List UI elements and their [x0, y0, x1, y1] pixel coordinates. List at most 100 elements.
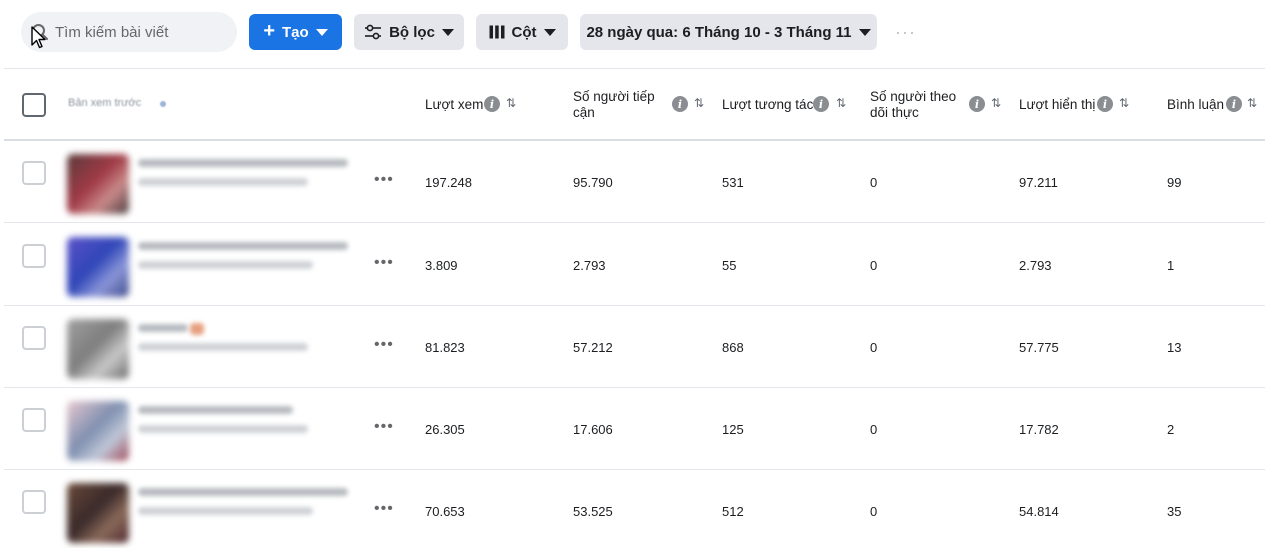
reach-cell: 2.793 [573, 257, 606, 273]
row-checkbox[interactable] [22, 161, 46, 185]
create-button-label: Tạo [282, 23, 309, 41]
plus-icon: + [263, 20, 275, 42]
table-header: Bản xem trước Lượt xem i ⇅ Số người tiếp… [4, 69, 1265, 141]
row-more-options-icon[interactable]: ••• [374, 254, 394, 272]
post-meta-blurred [138, 343, 308, 351]
comments-cell: 2 [1167, 421, 1175, 437]
followers-cell: 0 [870, 174, 878, 190]
info-icon[interactable]: i [813, 96, 829, 112]
column-header-reach[interactable]: Số người tiếp cận [573, 69, 669, 141]
engagement-cell: 55 [722, 257, 737, 273]
filter-sliders-icon [365, 24, 382, 40]
column-header-impressions[interactable]: Lượt hiển thị [1019, 69, 1159, 141]
column-header-comments[interactable]: Bình luận [1167, 69, 1257, 141]
info-icon[interactable]: i [1226, 96, 1242, 112]
engagement-cell: 512 [722, 503, 744, 519]
post-thumbnail[interactable] [67, 319, 129, 379]
post-thumbnail[interactable] [67, 401, 129, 461]
post-thumbnail[interactable] [67, 154, 129, 214]
column-header-label: Số người tiếp cận [573, 89, 655, 120]
sort-icon[interactable]: ⇅ [1247, 96, 1257, 110]
preview-column-header: Bản xem trước [68, 97, 142, 109]
sort-indicator-icon [160, 101, 166, 107]
sort-icon[interactable]: ⇅ [506, 96, 516, 110]
row-checkbox[interactable] [22, 490, 46, 514]
post-meta-blurred [138, 178, 308, 186]
comments-cell: 35 [1167, 503, 1182, 519]
post-meta-blurred [138, 425, 308, 433]
post-title-blurred [138, 488, 348, 496]
chevron-down-icon [315, 29, 328, 36]
post-title-blurred [138, 324, 188, 332]
post-thumbnail[interactable] [67, 237, 129, 297]
row-more-options-icon[interactable]: ••• [374, 336, 394, 354]
mouse-cursor-icon [31, 26, 46, 49]
info-icon[interactable]: i [672, 96, 688, 112]
chevron-down-icon [441, 29, 454, 36]
reach-cell: 53.525 [573, 503, 613, 519]
reach-cell: 17.606 [573, 421, 613, 437]
info-icon[interactable]: i [1097, 96, 1113, 112]
row-checkbox[interactable] [22, 326, 46, 350]
impressions-cell: 97.211 [1019, 174, 1058, 190]
followers-cell: 0 [870, 339, 878, 355]
sort-icon[interactable]: ⇅ [1119, 96, 1129, 110]
column-header-label: Lượt tương tác [722, 97, 814, 112]
info-icon[interactable]: i [484, 96, 500, 112]
reach-cell: 57.212 [573, 339, 613, 355]
column-header-label: Số người theo dõi thực [870, 89, 957, 120]
sort-icon[interactable]: ⇅ [991, 96, 1001, 110]
column-header-label: Lượt hiển thị [1019, 97, 1096, 112]
followers-cell: 0 [870, 421, 878, 437]
engagement-cell: 531 [722, 174, 744, 190]
date-range-label: 28 ngày qua: 6 Tháng 10 - 3 Tháng 11 [586, 23, 852, 41]
search-box[interactable] [21, 12, 237, 52]
more-options-icon[interactable]: ··· [895, 22, 916, 43]
views-cell: 70.653 [425, 503, 465, 519]
row-more-options-icon[interactable]: ••• [374, 418, 394, 436]
row-checkbox[interactable] [22, 244, 46, 268]
select-all-checkbox[interactable] [22, 93, 46, 117]
columns-button[interactable]: Cột [476, 14, 568, 50]
info-icon[interactable]: i [969, 96, 985, 112]
table-row[interactable]: ••• 3.809 2.793 55 0 2.793 1 [4, 224, 1265, 306]
chevron-down-icon [543, 29, 556, 36]
comments-cell: 99 [1167, 174, 1182, 190]
create-button[interactable]: + Tạo [249, 14, 342, 50]
impressions-cell: 54.814 [1019, 503, 1059, 519]
engagement-cell: 125 [722, 421, 744, 437]
post-thumbnail[interactable] [67, 483, 129, 543]
post-meta-blurred [138, 261, 313, 269]
impressions-cell: 2.793 [1019, 257, 1052, 273]
date-range-button[interactable]: 28 ngày qua: 6 Tháng 10 - 3 Tháng 11 [580, 14, 877, 50]
table-row[interactable]: ••• 81.823 57.212 868 0 57.775 13 [4, 306, 1265, 388]
comments-cell: 1 [1167, 257, 1175, 273]
views-cell: 3.809 [425, 257, 458, 273]
column-header-followers[interactable]: Số người theo dõi thực [870, 69, 962, 141]
views-cell: 81.823 [425, 339, 465, 355]
filter-button[interactable]: Bộ lọc [354, 14, 464, 50]
post-title-blurred [138, 406, 293, 414]
table-row[interactable]: ••• 70.653 53.525 512 0 54.814 35 [4, 470, 1265, 548]
views-cell: 197.248 [425, 174, 472, 190]
impressions-cell: 57.775 [1019, 339, 1059, 355]
followers-cell: 0 [870, 503, 878, 519]
table-row[interactable]: ••• 197.248 95.790 531 0 97.211 99 [4, 141, 1265, 223]
columns-button-label: Cột [511, 23, 537, 41]
post-meta-blurred [138, 507, 313, 515]
chevron-down-icon [858, 29, 871, 36]
table-row[interactable]: ••• 26.305 17.606 125 0 17.782 2 [4, 388, 1265, 470]
post-title-blurred [138, 159, 348, 167]
emoji-blurred [190, 323, 204, 335]
column-header-label: Bình luận [1167, 97, 1225, 112]
sort-icon[interactable]: ⇅ [836, 96, 846, 110]
row-checkbox[interactable] [22, 408, 46, 432]
sort-icon[interactable]: ⇅ [694, 96, 704, 110]
row-more-options-icon[interactable]: ••• [374, 500, 394, 518]
row-more-options-icon[interactable]: ••• [374, 171, 394, 189]
filter-button-label: Bộ lọc [389, 23, 435, 41]
engagement-cell: 868 [722, 339, 744, 355]
search-input[interactable] [55, 12, 231, 52]
comments-cell: 13 [1167, 339, 1182, 355]
views-cell: 26.305 [425, 421, 465, 437]
